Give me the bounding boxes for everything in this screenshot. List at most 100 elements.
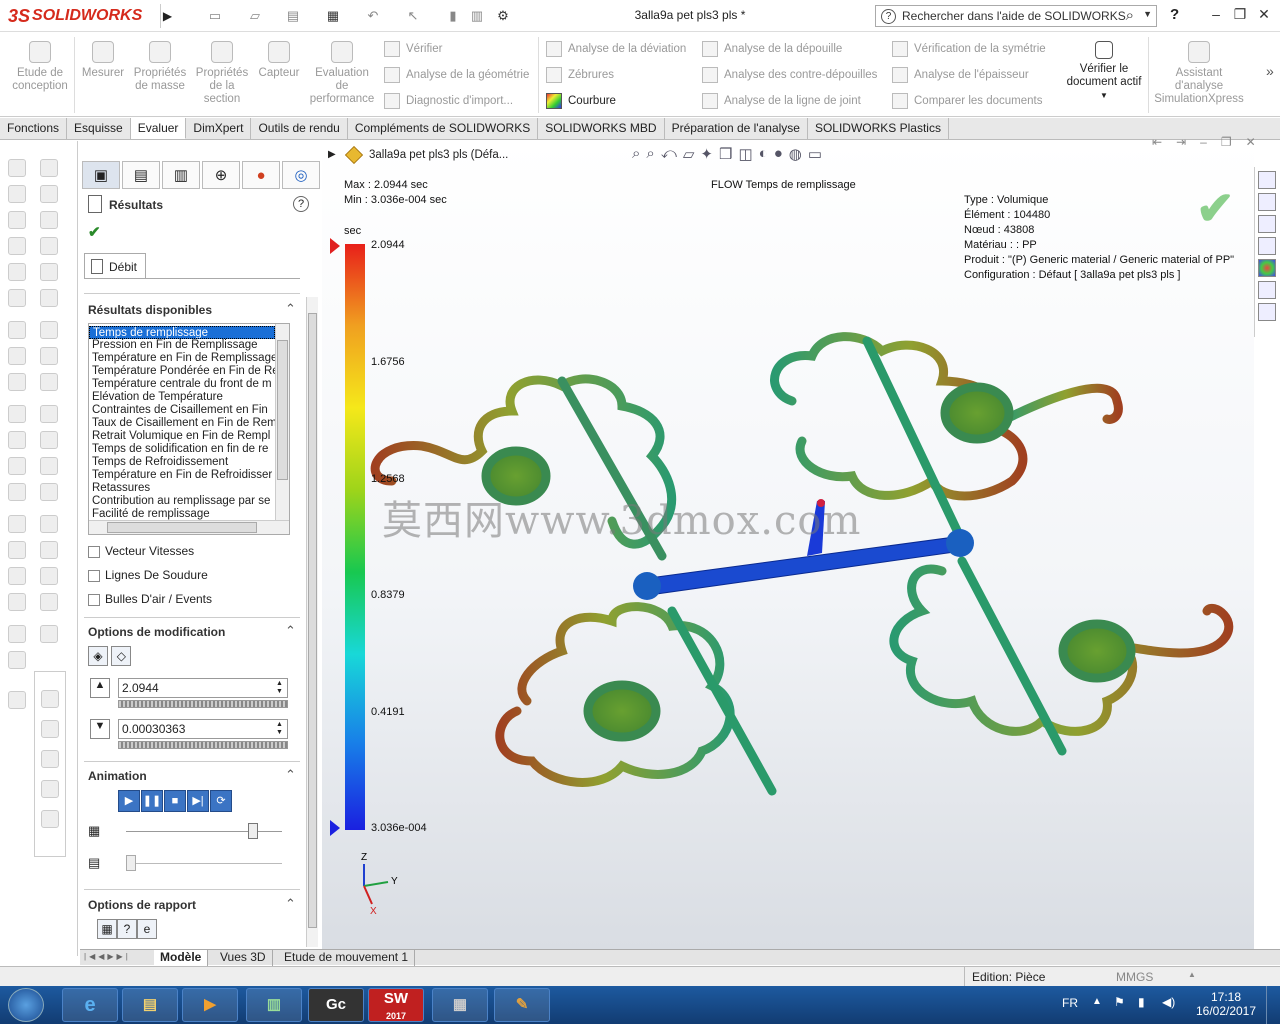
paint-icon[interactable]: ✎	[494, 988, 550, 1022]
toolbar-icon[interactable]	[40, 159, 58, 177]
compare-documents-button[interactable]: Comparer les documents	[890, 90, 1062, 112]
toolbar-icon[interactable]	[40, 237, 58, 255]
volume-icon[interactable]: ◀)	[1162, 995, 1175, 1009]
toolbar-icon[interactable]	[40, 321, 58, 339]
toolbar-icon[interactable]	[40, 211, 58, 229]
results-list-item[interactable]: Retassures	[89, 482, 275, 495]
toolbar-icon[interactable]	[40, 593, 58, 611]
system-clock[interactable]: 17:18 16/02/2017	[1194, 990, 1258, 1018]
results-vertical-scrollbar[interactable]	[275, 324, 289, 520]
results-list[interactable]: Temps de remplissage Pression en Fin de R…	[88, 323, 290, 535]
toolbar-icon[interactable]	[41, 720, 59, 738]
report-chart-icon[interactable]: ▦	[97, 919, 117, 939]
ribbon-more-icon[interactable]: »	[1266, 63, 1274, 79]
menu-expand-arrow-icon[interactable]: ▶	[160, 4, 174, 28]
section-plot-icon[interactable]: ◇	[111, 646, 132, 666]
air-traps-checkbox[interactable]: Bulles D'air / Events	[88, 591, 212, 607]
action-center-icon[interactable]: ⚑	[1114, 995, 1125, 1009]
toolbar-icon[interactable]	[41, 780, 59, 798]
units-selector[interactable]: MMGS	[1116, 970, 1153, 984]
toolbar-icon[interactable]	[8, 483, 26, 501]
toolbar-icon[interactable]	[8, 593, 26, 611]
toolbar-icon[interactable]	[8, 321, 26, 339]
results-list-item[interactable]: Pression en Fin de Remplissage	[89, 339, 275, 352]
iso-plot-icon[interactable]: ◈	[88, 646, 108, 666]
toolbar-icon[interactable]	[8, 541, 26, 559]
media-player-icon[interactable]: ▶	[182, 988, 238, 1022]
undo-icon[interactable]: ↶	[364, 7, 382, 25]
network-icon[interactable]: ▮	[1138, 995, 1145, 1009]
report-export-icon[interactable]: e	[137, 919, 157, 939]
dimxpert-tab[interactable]: ⊕	[202, 161, 240, 189]
toolbar-icon[interactable]	[40, 515, 58, 533]
tab-debit[interactable]: Débit	[84, 253, 146, 279]
performance-evaluation-button[interactable]: Evaluation de performance	[306, 37, 378, 106]
results-horizontal-scrollbar[interactable]	[89, 520, 289, 534]
ok-check-icon[interactable]: ✔	[88, 223, 101, 241]
play-icon[interactable]: ▶	[118, 790, 140, 812]
tab-dimxpert[interactable]: DimXpert	[186, 118, 252, 139]
toolbar-icon[interactable]	[8, 691, 26, 709]
units-dropdown-icon[interactable]: ▲	[1188, 970, 1196, 979]
results-list-item[interactable]: Élévation de Température	[89, 391, 275, 404]
tab-esquisse[interactable]: Esquisse	[67, 118, 131, 139]
section-properties-button[interactable]: Propriétés de la section	[192, 37, 252, 106]
toolbar-icon[interactable]	[41, 750, 59, 768]
results-list-item[interactable]: Température en Fin de Remplissage	[89, 352, 275, 365]
toolbar-icon[interactable]	[40, 457, 58, 475]
tab-plastics[interactable]: SOLIDWORKS Plastics	[808, 118, 949, 139]
pm-scrollbar[interactable]	[306, 297, 318, 947]
file-explorer-taskbar-icon[interactable]: ▤	[122, 988, 178, 1022]
max-value-input[interactable]: 2.0944	[118, 678, 288, 698]
toolbar-icon[interactable]	[40, 625, 58, 643]
frame-slider[interactable]	[126, 831, 282, 832]
show-desktop-button[interactable]	[1266, 986, 1280, 1024]
toolbar-icon[interactable]	[8, 651, 26, 669]
collapse-results-icon[interactable]: ⌃	[285, 301, 296, 317]
toolbar-icon[interactable]	[40, 431, 58, 449]
toolbar-icon[interactable]	[40, 263, 58, 281]
toolbar-icon[interactable]	[8, 237, 26, 255]
toolbar-icon[interactable]	[8, 289, 26, 307]
velocity-vector-checkbox[interactable]: Vecteur Vitesses	[88, 543, 194, 559]
import-diagnostics-button[interactable]: Diagnostic d'import...	[382, 90, 538, 112]
toolbar-icon[interactable]	[8, 347, 26, 365]
collapse-report-icon[interactable]: ⌃	[285, 896, 296, 912]
appearances-icon[interactable]	[1258, 259, 1276, 277]
toolbar-icon[interactable]	[41, 810, 59, 828]
thickness-analysis-button[interactable]: Analyse de l'épaisseur	[890, 64, 1062, 86]
pause-icon[interactable]: ❚❚	[141, 790, 163, 812]
results-list-item[interactable]: Temps de remplissage	[89, 326, 275, 339]
verify-active-document-button[interactable]: Vérifier le document actif ▼	[1062, 37, 1146, 102]
toolbar-icon[interactable]	[40, 405, 58, 423]
simulationxpress-button[interactable]: Assistant d'analyse SimulationXpress	[1152, 37, 1246, 106]
help-button[interactable]: ?	[1170, 6, 1179, 23]
check-button[interactable]: Vérifier	[382, 38, 538, 60]
options-gear-icon[interactable]: ⚙	[494, 7, 512, 25]
scroll-thumb[interactable]	[277, 340, 288, 480]
sensor-button[interactable]: Capteur	[254, 37, 304, 80]
measure-button[interactable]: Mesurer	[78, 37, 128, 80]
toolbar-icon[interactable]	[40, 347, 58, 365]
results-list-item[interactable]: Contribution au remplissage par se	[89, 495, 275, 508]
restore-window-icon[interactable]: ❐	[1228, 6, 1252, 26]
pm-scroll-thumb[interactable]	[308, 313, 317, 928]
toolbar-icon[interactable]	[40, 373, 58, 391]
stop-icon[interactable]: ■	[164, 790, 186, 812]
geometry-analysis-button[interactable]: Analyse de la géométrie	[382, 64, 538, 86]
tab-evaluer[interactable]: Evaluer	[130, 118, 187, 139]
toolbar-icon[interactable]	[8, 431, 26, 449]
tab-outils-rendu[interactable]: Outils de rendu	[251, 118, 348, 139]
show-hidden-icons-icon[interactable]: ▲	[1092, 996, 1102, 1007]
property-manager-tab[interactable]: ▤	[122, 161, 160, 189]
tab-nav-arrows-icon[interactable]: |◀◀▶▶|	[84, 952, 131, 961]
feature-manager-tab[interactable]: ▣	[82, 161, 120, 189]
home-icon[interactable]	[1258, 171, 1276, 189]
tab-modele[interactable]: Modèle	[154, 950, 209, 966]
minimize-window-icon[interactable]: –	[1204, 6, 1228, 26]
results-list-item[interactable]: Contraintes de Cisaillement en Fin	[89, 404, 275, 417]
toolbar-icon[interactable]	[8, 405, 26, 423]
min-spinner-icon[interactable]: ▲ ▼	[276, 721, 283, 737]
toolbar-icon[interactable]	[8, 159, 26, 177]
toolbar-icon[interactable]	[8, 185, 26, 203]
